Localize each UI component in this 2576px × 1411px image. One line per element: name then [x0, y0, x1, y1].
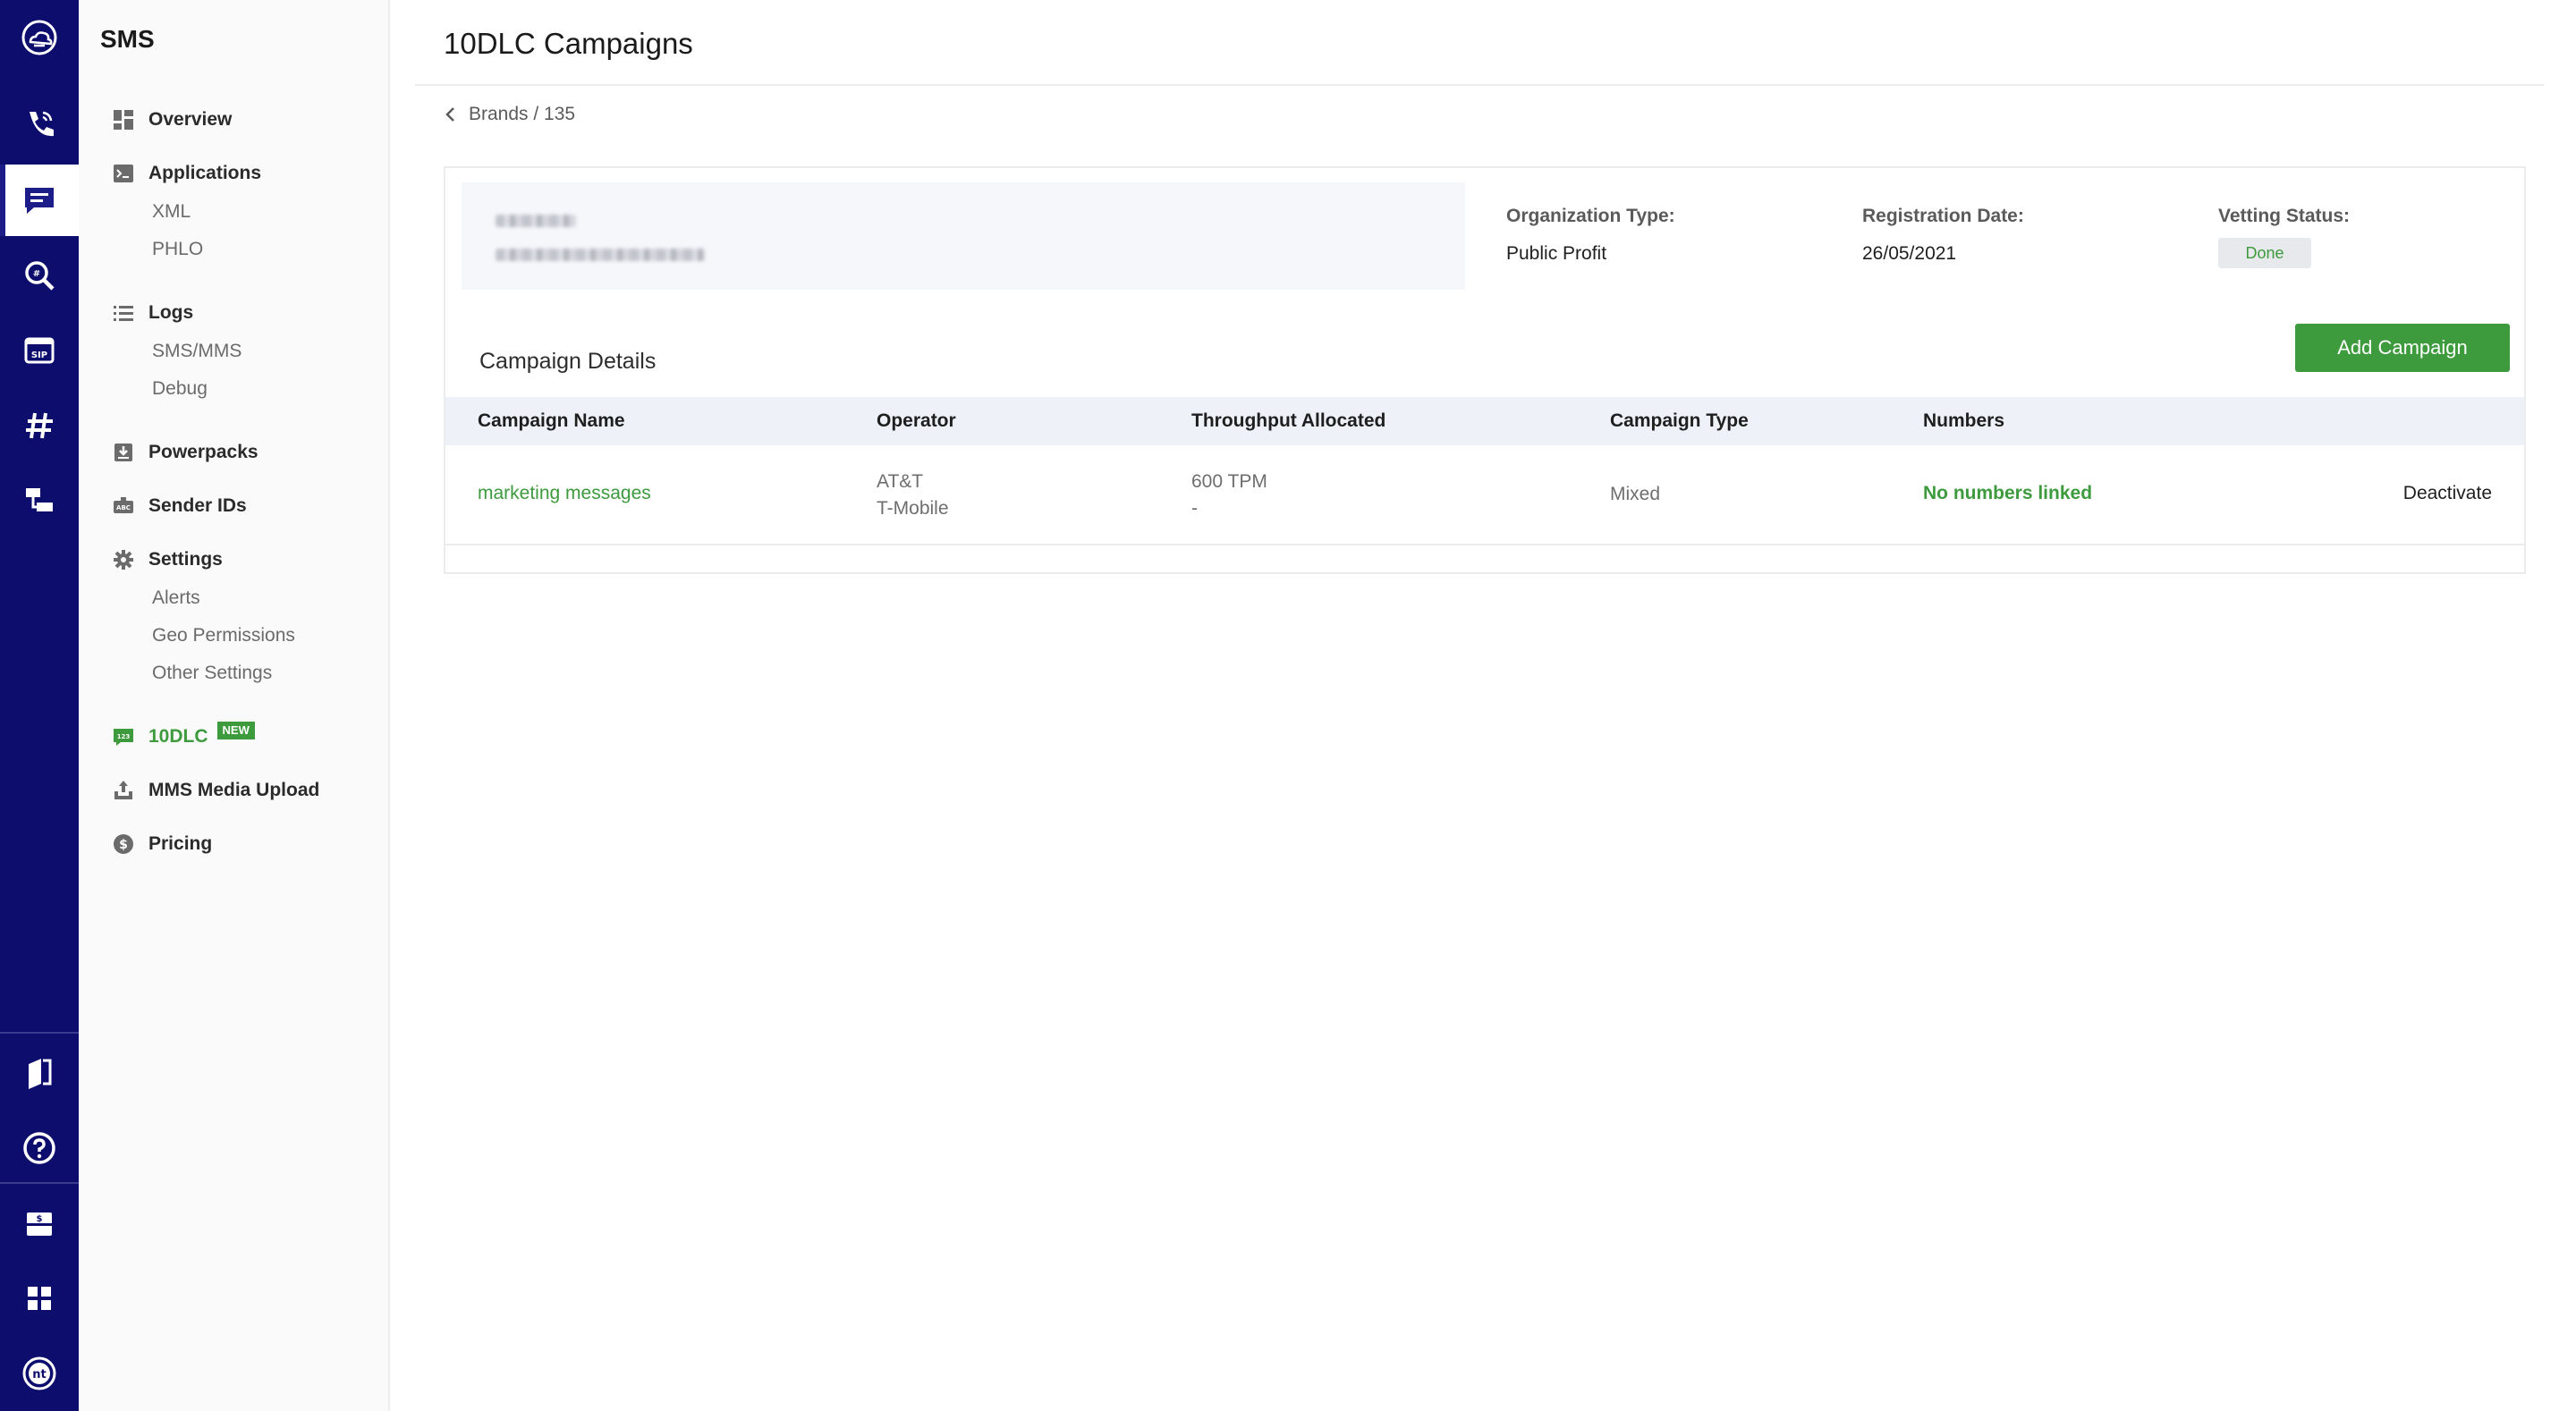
sidebar-item-logs[interactable]: Logs — [113, 297, 193, 329]
svg-text:$: $ — [37, 1214, 43, 1224]
operator-value: AT&T — [877, 471, 924, 492]
new-badge: NEW — [216, 722, 255, 739]
sidebar-item-powerpacks[interactable]: Powerpacks — [113, 436, 258, 469]
sidebar-item-applications[interactable]: Applications — [113, 157, 261, 190]
operator-cell: AT&T T-Mobile — [877, 469, 949, 522]
campaign-type-value: Mixed — [1610, 484, 1661, 504]
sidebar-item-label: Sender IDs — [148, 495, 247, 516]
sidebar-item-label: MMS Media Upload — [148, 780, 320, 800]
numbers-linked-link[interactable]: No numbers linked — [1923, 483, 2092, 504]
account-avatar-icon[interactable]: nt — [0, 1338, 79, 1409]
sidebar-item-label: 10DLC — [148, 726, 208, 747]
svg-text:#: # — [33, 269, 40, 279]
sidebar-item-label: Logs — [148, 302, 194, 323]
sidebar-item-mms-media-upload[interactable]: MMS Media Upload — [113, 774, 319, 807]
title-divider — [415, 84, 2544, 86]
flow-builder-icon[interactable] — [0, 465, 79, 537]
sidebar-item-label: Overview — [148, 109, 233, 130]
redacted-brand-email — [496, 249, 705, 261]
page-title: 10DLC Campaigns — [444, 27, 693, 60]
voice-call-icon[interactable] — [0, 88, 79, 159]
sidebar-item-sender-ids[interactable]: ABC Sender IDs — [113, 490, 247, 522]
column-header-campaign-type[interactable]: Campaign Type — [1610, 397, 1749, 445]
svg-text:SIP: SIP — [31, 351, 47, 360]
column-header-numbers[interactable]: Numbers — [1923, 397, 2004, 445]
campaign-name-link[interactable]: marketing messages — [478, 483, 651, 504]
breadcrumb-path[interactable]: Brands / 135 — [469, 104, 575, 125]
sender-id-icon: ABC — [113, 495, 134, 517]
apps-grid-icon[interactable] — [0, 1263, 79, 1334]
brand-campaigns-card: Organization Type: Public Profit Registr… — [444, 166, 2526, 574]
dollar-icon: $ — [113, 833, 134, 855]
vetting-status-label: Vetting Status: — [2218, 206, 2351, 226]
sidebar-subitem-alerts[interactable]: Alerts — [152, 585, 200, 612]
gear-icon — [113, 549, 134, 570]
column-header-operator[interactable]: Operator — [877, 397, 956, 445]
campaign-table-header: Campaign Name Operator Throughput Alloca… — [445, 397, 2524, 445]
sidebar-subitem-geo-permissions[interactable]: Geo Permissions — [152, 622, 295, 649]
sidebar-title: SMS — [100, 25, 155, 53]
sidebar-item-label: Pricing — [148, 833, 213, 854]
registration-date-value: 26/05/2021 — [1862, 243, 1957, 264]
organization-type-field: Organization Type: Public Profit — [1506, 206, 1675, 265]
status-badge: Done — [2218, 238, 2311, 268]
sidebar-subitem-xml[interactable]: XML — [152, 199, 191, 225]
registration-date-field: Registration Date: 26/05/2021 — [1862, 206, 2024, 265]
redacted-brand-name — [496, 215, 576, 227]
sms-sidebar: SMS Overview Applications XML PHLO Logs … — [79, 0, 390, 1411]
table-row: marketing messages AT&T T-Mobile 600 TPM… — [445, 445, 2524, 545]
powerpack-icon — [113, 442, 134, 463]
cloud-logo-icon[interactable] — [0, 2, 79, 73]
throughput-value: 600 TPM — [1191, 471, 1267, 492]
list-icon — [113, 302, 134, 324]
terminal-icon — [113, 163, 134, 184]
sidebar-item-settings[interactable]: Settings — [113, 544, 223, 576]
sidebar-item-overview[interactable]: Overview — [113, 104, 232, 136]
sidebar-item-label: Applications — [148, 163, 262, 183]
icon-rail: # SIP $ nt — [0, 0, 79, 1411]
breadcrumb[interactable]: Brands / 135 — [444, 104, 575, 125]
brand-identity-box — [462, 182, 1465, 290]
sip-trunk-icon[interactable]: SIP — [0, 315, 79, 386]
column-header-throughput[interactable]: Throughput Allocated — [1191, 397, 1385, 445]
column-header-campaign-name[interactable]: Campaign Name — [478, 397, 625, 445]
svg-text:123: 123 — [117, 733, 131, 740]
svg-text:$: $ — [119, 838, 128, 852]
number-lookup-icon[interactable]: # — [0, 240, 79, 311]
sidebar-subitem-other-settings[interactable]: Other Settings — [152, 660, 272, 687]
operator-value: T-Mobile — [877, 498, 949, 519]
registration-date-label: Registration Date: — [1862, 206, 2024, 226]
sidebar-item-label: Powerpacks — [148, 442, 258, 462]
organization-type-value: Public Profit — [1506, 243, 1607, 264]
help-icon[interactable] — [0, 1112, 79, 1184]
upload-icon — [113, 780, 134, 801]
svg-text:nt: nt — [32, 1368, 46, 1381]
deactivate-button[interactable]: Deactivate — [2403, 483, 2492, 504]
10dlc-chat-icon: 123 — [113, 726, 134, 748]
organization-type-label: Organization Type: — [1506, 206, 1675, 226]
vetting-status-field: Vetting Status: Done — [2218, 206, 2350, 268]
sidebar-item-label: Settings — [148, 549, 223, 570]
phone-numbers-hash-icon[interactable] — [0, 390, 79, 461]
rail-divider — [0, 1032, 79, 1034]
sidebar-subitem-phlo[interactable]: PHLO — [152, 236, 203, 263]
add-campaign-button[interactable]: Add Campaign — [2295, 324, 2510, 372]
dashboard-icon — [113, 109, 134, 131]
sidebar-item-pricing[interactable]: $ Pricing — [113, 828, 212, 860]
main-content: 10DLC Campaigns Brands / 135 Organizatio… — [390, 0, 2576, 1411]
sms-message-icon[interactable] — [0, 165, 79, 236]
sidebar-subitem-debug[interactable]: Debug — [152, 376, 208, 402]
sidebar-subitem-sms-mms[interactable]: SMS/MMS — [152, 338, 242, 365]
billing-icon[interactable]: $ — [0, 1187, 79, 1259]
svg-text:ABC: ABC — [116, 504, 131, 511]
throughput-value: - — [1191, 498, 1198, 519]
docs-book-icon[interactable] — [0, 1037, 79, 1109]
sidebar-item-10dlc[interactable]: 123 10DLC NEW — [113, 721, 255, 753]
chevron-left-icon[interactable] — [444, 106, 456, 123]
campaign-details-heading: Campaign Details — [479, 349, 657, 374]
rail-divider-2 — [0, 1182, 79, 1184]
throughput-cell: 600 TPM - — [1191, 469, 1267, 522]
